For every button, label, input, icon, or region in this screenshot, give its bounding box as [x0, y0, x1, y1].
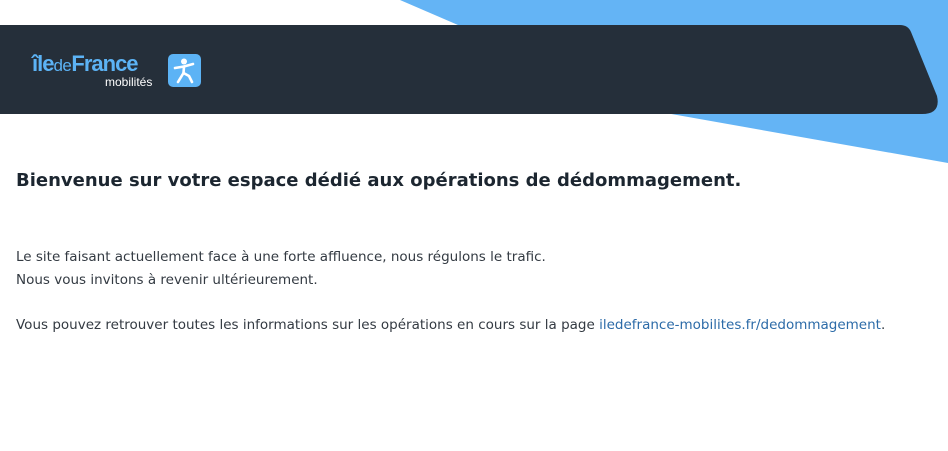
info-suffix: .: [880, 317, 886, 333]
logo-wordmark-prefix: île: [32, 51, 54, 76]
logo-wordmark-suffix: France: [71, 51, 138, 76]
page-title: Bienvenue sur votre espace dédié aux opé…: [16, 170, 742, 191]
walking-person-icon: [168, 54, 201, 87]
info-paragraph: Vous pouvez retrouver toutes les informa…: [16, 314, 936, 337]
logo-subtitle: mobilités: [105, 75, 153, 89]
dedommagement-link[interactable]: iledefrance-mobilites.fr/dedommagement: [599, 317, 881, 333]
accent-blue-polygon: [400, 0, 948, 163]
traffic-notice-line-1: Le site faisant actuellement face à une …: [16, 249, 546, 265]
main-content: Bienvenue sur votre espace dédié aux opé…: [16, 168, 936, 337]
iledefrance-mobilites-logo[interactable]: îledeFrance mobilités: [32, 52, 207, 92]
traffic-notice: Le site faisant actuellement face à une …: [16, 246, 936, 292]
page: îledeFrance mobilités Bienvenue sur votr…: [0, 0, 948, 451]
logo-wordmark-de: de: [53, 56, 72, 75]
info-text: Vous pouvez retrouver toutes les informa…: [16, 317, 600, 333]
traffic-notice-line-2: Nous vous invitons à revenir ultérieurem…: [16, 272, 318, 288]
